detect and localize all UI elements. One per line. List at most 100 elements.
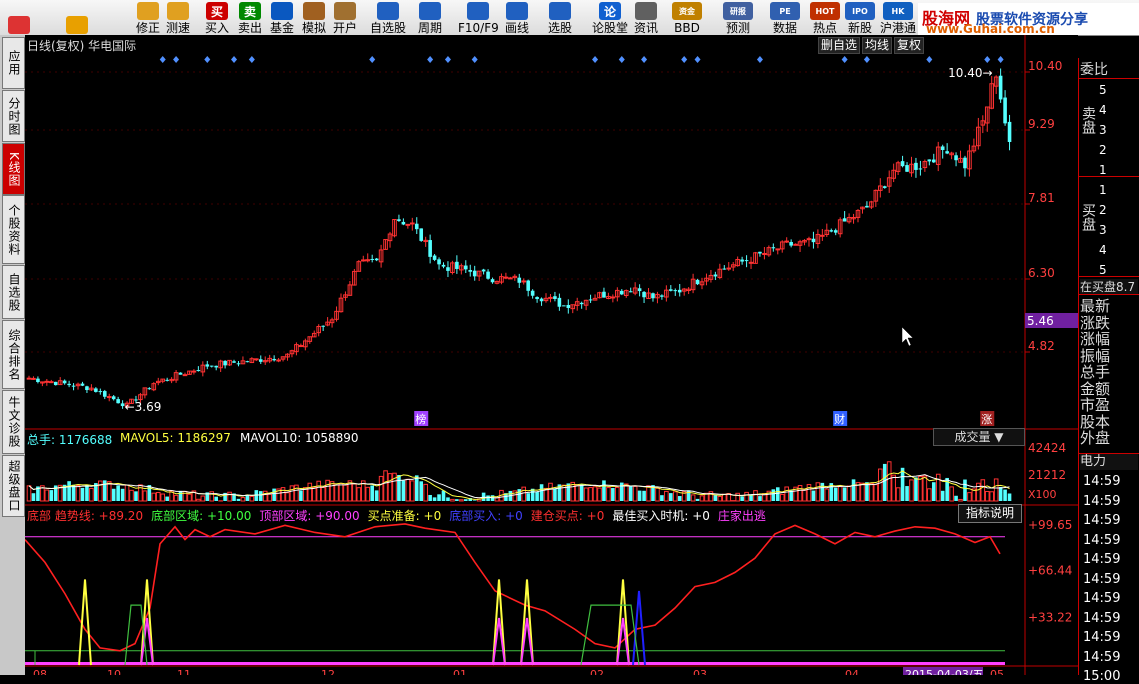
back-arrow-icon: [66, 16, 88, 34]
left-nav-item-5[interactable]: 综合排名: [2, 320, 25, 389]
volume-bar-down: [696, 499, 700, 501]
volume-bar-down: [758, 496, 762, 501]
toolbar-button-8[interactable]: 开户: [333, 0, 357, 35]
volume-total: 总手: 1176688: [27, 431, 112, 448]
candle-body-up: [509, 278, 513, 279]
left-nav-item-4[interactable]: 自选股: [2, 265, 25, 319]
volume-bar-up: [228, 492, 232, 501]
indicator-axis-label: +66.44: [1028, 563, 1072, 577]
toolbar-button-0[interactable]: [8, 0, 30, 35]
toolbar-button-19[interactable]: HOT热点: [810, 0, 840, 35]
candle-body-down: [812, 239, 816, 242]
candle-body-up: [32, 378, 36, 379]
chart-header-button-0[interactable]: 删自选: [818, 37, 860, 54]
tick-time-9: 14:59: [1083, 650, 1120, 665]
left-nav-item-3[interactable]: 个股资料: [2, 195, 25, 264]
candle-body-down: [116, 399, 120, 403]
toolbar-button-12[interactable]: 画线: [505, 0, 529, 35]
date-axis-label: 12: [321, 668, 335, 675]
volume-bar-down: [415, 475, 419, 501]
volume-bar-up: [321, 488, 325, 501]
volume-bar-up: [99, 481, 103, 501]
volume-bar-down: [776, 487, 780, 501]
toolbar-button-7[interactable]: 模拟: [302, 0, 326, 35]
toolbar-button-label: F10/F9: [458, 21, 499, 35]
toolbar-button-11[interactable]: F10/F9: [458, 0, 499, 35]
candle-body-down: [246, 361, 250, 362]
candle-body-up: [549, 297, 553, 298]
volume-bar-down: [442, 491, 446, 501]
toolbar-button-9[interactable]: 自选股: [370, 0, 406, 35]
left-nav-item-2[interactable]: K线图: [2, 143, 25, 195]
toolbar-button-21[interactable]: HK沪港通: [880, 0, 916, 35]
volume-bar-down: [714, 495, 718, 501]
toolbar-button-14[interactable]: 论论股堂: [592, 0, 628, 35]
candle-body-down: [99, 391, 103, 392]
toolbar-button-20[interactable]: IPO新股: [845, 0, 875, 35]
indicator-value-4: 底部买入: +0: [449, 509, 523, 523]
date-axis-label: 11: [177, 668, 191, 675]
toolbar-button-13[interactable]: 选股: [548, 0, 572, 35]
mouse-cursor-icon: [902, 327, 913, 346]
toolbar-button-2[interactable]: 修正: [136, 0, 160, 35]
high-price-annotation: 10.40→: [948, 66, 992, 80]
kline-chart-area[interactable]: 10.409.297.816.305.464.8210.40→←3.69榜财涨4…: [25, 35, 1078, 675]
volume-bar-up: [197, 499, 201, 501]
candle-body-up: [611, 297, 615, 298]
volume-bar-up: [803, 490, 807, 501]
current-price-label: 5.46: [1027, 314, 1054, 328]
candle-body-up: [183, 375, 187, 376]
toolbar-button-6[interactable]: 基金: [270, 0, 294, 35]
volume-bar-up: [968, 493, 972, 501]
sell-icon: 卖: [239, 2, 261, 20]
toolbar-button-18[interactable]: PE数据: [770, 0, 800, 35]
toolbar-button-16[interactable]: 资金BBD: [672, 0, 702, 35]
volume-bar-up: [335, 485, 339, 501]
volume-bar-up: [308, 483, 312, 501]
chart-canvas[interactable]: 10.409.297.816.305.464.8210.40→←3.69榜财涨4…: [25, 35, 1078, 675]
candle-body-down: [67, 384, 71, 385]
toolbar-button-4[interactable]: 买买入: [205, 0, 229, 35]
stat-label-8: 外盘: [1080, 430, 1110, 446]
volume-bar-down: [112, 489, 116, 501]
volume-bar-up: [745, 492, 749, 501]
volume-bar-down: [116, 485, 120, 501]
left-nav-item-6[interactable]: 牛文诊股: [2, 390, 25, 454]
toolbar-button-5[interactable]: 卖卖出: [238, 0, 262, 35]
left-nav-item-7[interactable]: 超级盘口: [2, 455, 25, 517]
indicator-value-1: 底部区域: +10.00: [151, 509, 251, 523]
volume-indicator-dropdown[interactable]: 成交量 ▼: [933, 428, 1025, 446]
candle-body-up: [45, 381, 49, 382]
volume-bar-down: [843, 487, 847, 501]
candle-body-up: [727, 268, 731, 269]
toolbar-button-3[interactable]: 测速: [166, 0, 190, 35]
candle-body-down: [370, 259, 374, 260]
volume-bar-down: [428, 495, 432, 501]
volume-bar-down: [954, 496, 958, 501]
toolbar-button-1[interactable]: [66, 0, 88, 35]
toolbar-button-10[interactable]: 周期: [418, 0, 442, 35]
volume-bar-up: [241, 498, 245, 501]
toolbar-button-label: 选股: [548, 21, 572, 35]
tick-time-7: 14:59: [1083, 611, 1120, 626]
toolbar-button-15[interactable]: 资讯: [634, 0, 658, 35]
chart-header-button-1[interactable]: 均线: [862, 37, 892, 54]
toolbar-button-label: 画线: [505, 21, 529, 35]
left-nav-item-1[interactable]: 分时图: [2, 90, 25, 142]
event-diamond-icon: [173, 56, 179, 63]
chart-header-button-2[interactable]: 复权: [894, 37, 924, 54]
toolbar-button-17[interactable]: 研报预测: [723, 0, 753, 35]
candle-body-down: [112, 396, 116, 399]
indicator-help-button[interactable]: 指标说明: [958, 504, 1022, 523]
panel-divider: [1079, 78, 1139, 79]
left-nav-item-0[interactable]: 应用: [2, 37, 25, 89]
gauge-icon: [167, 2, 189, 20]
candle-body-down: [642, 292, 646, 297]
volume-bar-up: [624, 484, 628, 501]
volume-bar-up: [188, 494, 192, 501]
volume-bar-down: [517, 489, 521, 501]
volume-bar-up: [994, 479, 998, 501]
newstock-icon: IPO: [845, 2, 875, 20]
date-axis-label: 04: [845, 668, 859, 675]
candle-body-down: [232, 361, 236, 362]
